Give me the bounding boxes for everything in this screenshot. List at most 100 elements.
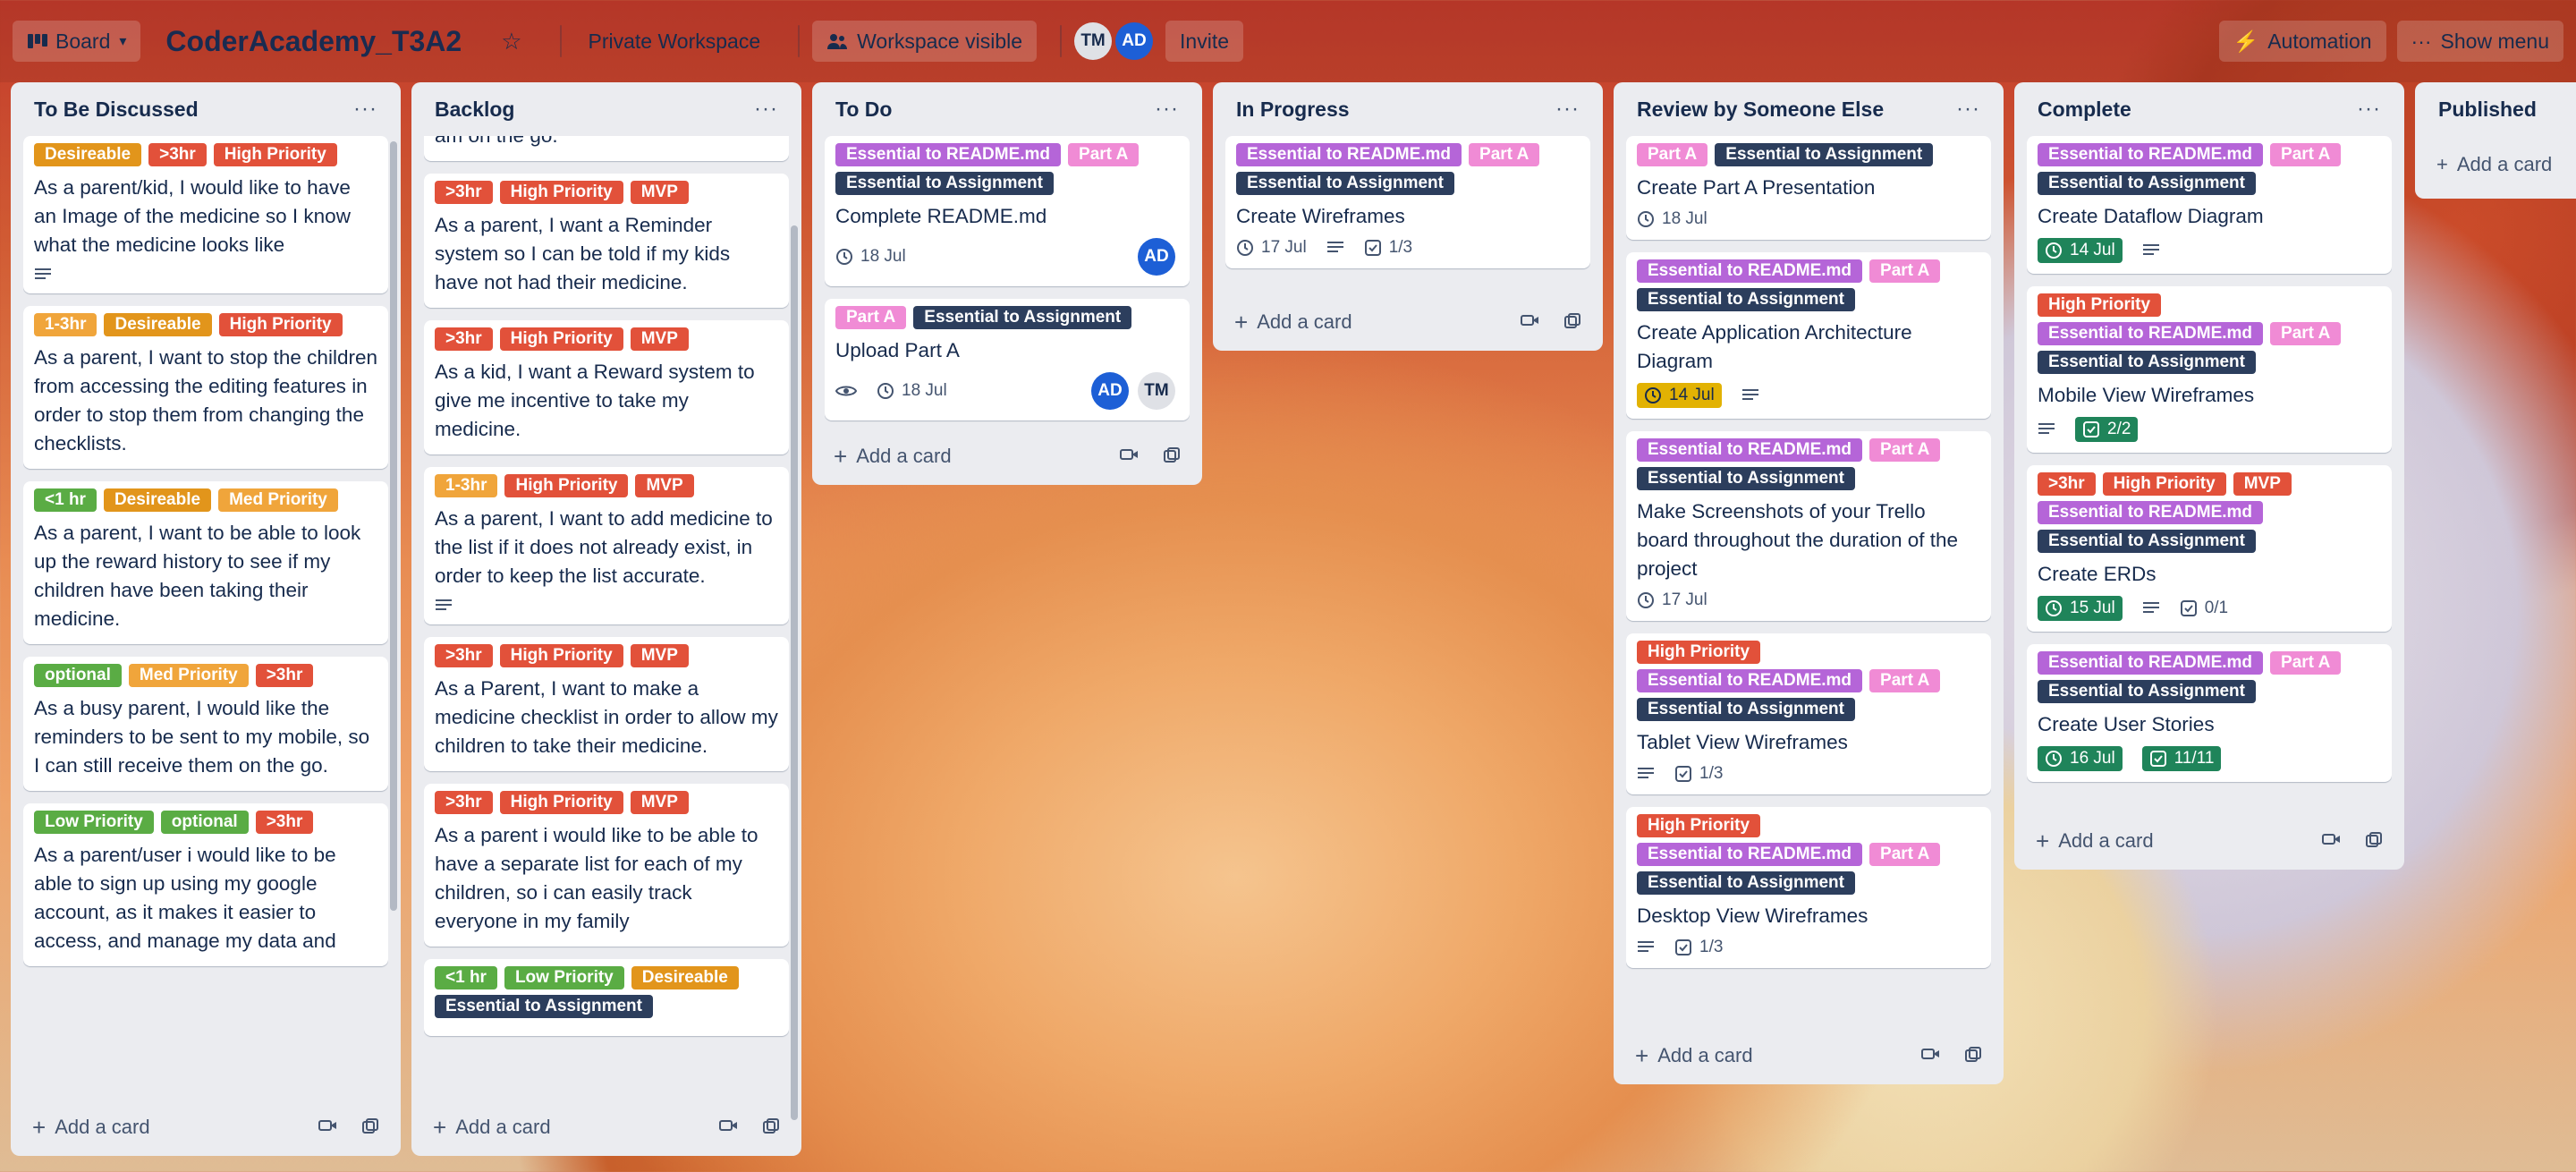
card-label[interactable]: <1 hr [34, 488, 97, 512]
list-complete[interactable]: Complete ··· Essential to README.md Part AE… [2014, 82, 2404, 870]
card-label[interactable]: >3hr [148, 143, 207, 166]
list-title[interactable]: To Be Discussed [34, 98, 199, 122]
card[interactable]: High Priority Essential to README.md Part … [2027, 286, 2392, 453]
card[interactable]: High Priority Essential to README.md Part … [1626, 633, 1991, 794]
due-date-badge[interactable]: 17 Jul [1637, 590, 1707, 610]
list-title[interactable]: Backlog [435, 98, 514, 122]
list-to-be-discussed[interactable]: To Be Discussed ··· Desireable >3hr High Pri… [11, 82, 401, 1156]
card-label[interactable]: <1 hr [435, 966, 497, 989]
template-icon[interactable] [1563, 313, 1581, 331]
list-actions-icon[interactable]: ··· [754, 97, 778, 122]
star-button[interactable]: ☆ [487, 21, 536, 62]
list-actions-icon[interactable]: ··· [1956, 97, 1980, 122]
card-label[interactable]: MVP [2233, 472, 2292, 496]
card-label[interactable]: Low Priority [34, 811, 154, 834]
add-card-button[interactable]: + Add a card [2428, 136, 2576, 193]
add-card-button[interactable]: + Add a card [433, 1114, 551, 1142]
card-label[interactable]: Part A [1869, 438, 1941, 462]
card-label[interactable]: High Priority [213, 143, 337, 166]
card-label[interactable]: >3hr [435, 791, 493, 814]
member-avatar-ad[interactable]: AD [1091, 372, 1129, 410]
template-icon[interactable] [1964, 1047, 1982, 1065]
card[interactable]: Essential to README.md Part A Essential to… [1225, 136, 1590, 268]
card-label[interactable]: High Priority [499, 327, 623, 351]
card-label[interactable]: Essential to README.md [1637, 259, 1863, 283]
card-label[interactable]: Desireable [34, 143, 142, 166]
video-icon[interactable] [318, 1118, 338, 1136]
list-actions-icon[interactable]: ··· [2357, 97, 2381, 122]
card[interactable]: optional Med Priority >3hr As a busy parent… [23, 657, 388, 791]
card-label[interactable]: Essential to Assignment [1715, 143, 1934, 166]
card-label[interactable]: Part A [2270, 143, 2342, 166]
card-label[interactable]: >3hr [2038, 472, 2096, 496]
due-date-badge[interactable]: 18 Jul [1637, 209, 1707, 229]
card-label[interactable]: Part A [1869, 843, 1941, 866]
card-label[interactable]: High Priority [499, 181, 623, 204]
card-label[interactable]: High Priority [504, 474, 629, 497]
card-label[interactable]: Part A [1469, 143, 1540, 166]
card-label[interactable]: Essential to README.md [2038, 322, 2264, 345]
video-icon[interactable] [2322, 832, 2342, 850]
card-label[interactable]: Part A [2270, 322, 2342, 345]
template-icon[interactable] [762, 1118, 780, 1136]
list-title[interactable]: In Progress [1236, 98, 1350, 122]
card-label[interactable]: optional [34, 664, 122, 687]
card-label[interactable]: >3hr [255, 664, 314, 687]
list-published[interactable]: Published + Add a card [2415, 82, 2576, 199]
due-date-badge[interactable]: 16 Jul [2038, 746, 2123, 771]
list-actions-icon[interactable]: ··· [353, 97, 377, 122]
card-label[interactable]: Med Priority [218, 488, 338, 512]
card-label[interactable]: Essential to Assignment [1637, 871, 1855, 895]
card-label[interactable]: Essential to Assignment [2038, 351, 2256, 374]
template-icon[interactable] [1163, 447, 1181, 465]
view-switcher[interactable]: Board ▾ [13, 21, 141, 62]
add-card-button[interactable]: + Add a card [1234, 309, 1352, 336]
card-label[interactable]: High Priority [499, 791, 623, 814]
card-label[interactable]: Essential to README.md [2038, 501, 2264, 524]
video-icon[interactable] [1120, 447, 1140, 465]
template-icon[interactable] [2365, 832, 2383, 850]
card-label[interactable]: Desireable [103, 488, 212, 512]
list-actions-icon[interactable]: ··· [1555, 97, 1580, 122]
card[interactable]: am on the go. [424, 136, 789, 161]
card-label[interactable]: High Priority [1637, 641, 1761, 664]
card-label[interactable]: MVP [630, 181, 689, 204]
due-date-badge[interactable]: 18 Jul [835, 247, 906, 267]
card-label[interactable]: MVP [635, 474, 694, 497]
card[interactable]: Essential to README.md Part A Essential to… [825, 136, 1190, 286]
card[interactable]: Desireable >3hr High Priority As a parent/k… [23, 136, 388, 293]
card-label[interactable]: >3hr [435, 644, 493, 667]
card-label[interactable]: High Priority [218, 313, 343, 336]
add-card-button[interactable]: + Add a card [834, 443, 952, 471]
card-label[interactable]: Low Priority [504, 966, 624, 989]
card-label[interactable]: Essential to Assignment [2038, 680, 2256, 703]
list-actions-icon[interactable]: ··· [1155, 97, 1179, 122]
card-label[interactable]: Essential to Assignment [1637, 467, 1855, 490]
card[interactable]: Part A Essential to Assignment Create Part… [1626, 136, 1991, 240]
template-icon[interactable] [361, 1118, 379, 1136]
card[interactable]: <1 hr Desireable Med Priority As a parent, … [23, 481, 388, 644]
add-card-button[interactable]: + Add a card [32, 1114, 150, 1142]
card-label[interactable]: optional [160, 811, 249, 834]
card[interactable]: Low Priority optional >3hr As a parent/user… [23, 803, 388, 966]
due-date-badge[interactable]: 18 Jul [877, 381, 947, 401]
card-label[interactable]: Desireable [631, 966, 739, 989]
member-avatar-ad[interactable]: AD [1138, 238, 1175, 276]
card[interactable]: >3hr High Priority MVP As a parent i would … [424, 784, 789, 947]
card-label[interactable]: MVP [630, 791, 689, 814]
card-label[interactable]: Part A [1068, 143, 1140, 166]
list-title[interactable]: To Do [835, 98, 892, 122]
card-label[interactable]: Essential to README.md [1637, 438, 1863, 462]
card-label[interactable]: Part A [835, 306, 907, 329]
list-backlog[interactable]: Backlog ··· am on the go. >3hr High Priority… [411, 82, 801, 1156]
card-label[interactable]: Essential to Assignment [2038, 172, 2256, 195]
card[interactable]: >3hr High Priority MVP As a parent, I want … [424, 174, 789, 308]
card-label[interactable]: Essential to README.md [835, 143, 1062, 166]
card[interactable]: >3hr High Priority MVP Essential to README.… [2027, 465, 2392, 632]
card[interactable]: Essential to README.md Part A Essential to… [2027, 644, 2392, 782]
card-label[interactable]: MVP [630, 644, 689, 667]
card-label[interactable]: Essential to Assignment [1637, 698, 1855, 721]
list-to-do[interactable]: To Do ··· Essential to README.md Part A Esse… [812, 82, 1202, 485]
list-review-by-someone-else[interactable]: Review by Someone Else ··· Part A Essential… [1614, 82, 2004, 1084]
card-label[interactable]: Essential to README.md [2038, 651, 2264, 675]
